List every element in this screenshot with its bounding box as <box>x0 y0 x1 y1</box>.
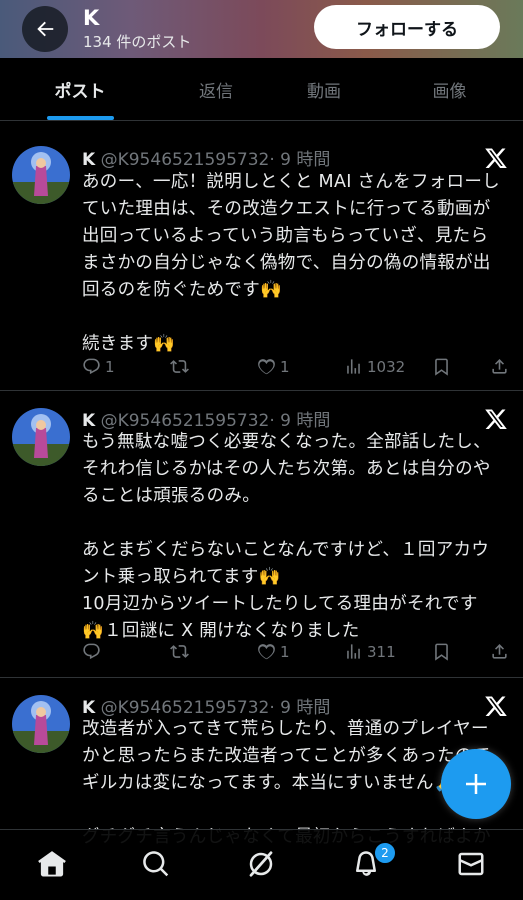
heart-icon <box>258 359 275 375</box>
bookmark-button[interactable] <box>432 357 451 376</box>
repost-icon <box>170 645 189 658</box>
back-button[interactable] <box>22 6 68 52</box>
compose-button[interactable] <box>441 749 511 819</box>
views-icon <box>347 644 360 659</box>
profile-tabs: ポスト 返信 動画 画像 <box>0 58 523 121</box>
share-button[interactable] <box>490 642 509 661</box>
repost-button[interactable] <box>170 642 193 661</box>
bookmark-icon <box>435 643 448 661</box>
reply-button[interactable]: 1 <box>82 357 115 376</box>
x-logo-icon <box>485 696 507 716</box>
active-tab-indicator <box>47 116 114 120</box>
author-name[interactable]: K <box>82 698 95 718</box>
avatar-image <box>12 408 70 466</box>
post-header: K @K9546521595732· 9 時間 <box>82 145 330 170</box>
profile-header: K 134 件のポスト フォローする <box>0 0 523 58</box>
views-icon <box>347 359 360 374</box>
repost-button[interactable] <box>170 357 193 376</box>
post-time: · 9 時間 <box>269 698 331 718</box>
author-name[interactable]: K <box>82 411 95 431</box>
reply-icon <box>83 643 100 660</box>
like-count: 1 <box>280 642 290 661</box>
avatar-image <box>12 695 70 753</box>
reply-button[interactable] <box>82 642 105 661</box>
author-handle[interactable]: @K9546521595732 <box>101 411 270 431</box>
tab-replies[interactable]: 返信 <box>160 58 272 120</box>
post-time: · 9 時間 <box>269 411 331 431</box>
view-count: 311 <box>367 642 396 661</box>
reply-count: 1 <box>105 357 115 376</box>
profile-name: K <box>83 6 100 30</box>
x-logo-icon <box>485 409 507 429</box>
avatar[interactable] <box>12 408 70 466</box>
share-button[interactable] <box>490 357 509 376</box>
bookmark-icon <box>435 358 448 376</box>
notification-badge: 2 <box>374 842 396 864</box>
post-actions: 1 1 1032 <box>82 357 512 381</box>
post-header: K @K9546521595732· 9 時間 <box>82 693 330 718</box>
post-text: もう無駄な嘘つく必要なくなった。全部話したし、 それわ信じるかはその人たち次第。… <box>82 432 491 641</box>
share-icon <box>492 644 507 659</box>
reply-icon <box>83 358 100 375</box>
views-button[interactable]: 311 <box>344 642 396 661</box>
author-handle[interactable]: @K9546521595732 <box>101 698 270 718</box>
avatar[interactable] <box>12 146 70 204</box>
post-header: K @K9546521595732· 9 時間 <box>82 406 330 431</box>
search-icon <box>143 851 169 877</box>
post[interactable]: K @K9546521595732· 9 時間 あのー、一応！説明しとくと MA… <box>0 121 523 391</box>
nav-grok[interactable] <box>245 848 277 880</box>
bottom-nav <box>0 829 523 900</box>
home-icon <box>38 851 66 877</box>
like-count: 1 <box>280 357 290 376</box>
post[interactable]: K @K9546521595732· 9 時間 もう無駄な嘘つく必要なくなった。… <box>0 391 523 678</box>
bookmark-button[interactable] <box>432 642 451 661</box>
plus-icon <box>466 774 486 794</box>
view-count: 1032 <box>367 357 406 376</box>
views-button[interactable]: 1032 <box>344 357 405 376</box>
post-count: 134 件のポスト <box>83 33 192 51</box>
messages-icon <box>458 852 484 876</box>
like-button[interactable]: 1 <box>257 357 290 376</box>
post-time: · 9 時間 <box>269 150 331 170</box>
nav-home[interactable] <box>36 848 68 880</box>
share-icon <box>492 359 507 374</box>
follow-button[interactable]: フォローする <box>314 5 500 49</box>
grok-icon <box>249 851 273 877</box>
x-logo-icon <box>485 148 507 168</box>
nav-messages[interactable] <box>455 848 487 880</box>
post-actions: 1 311 <box>82 642 512 666</box>
nav-search[interactable] <box>140 848 172 880</box>
heart-icon <box>258 644 275 660</box>
tab-posts[interactable]: ポスト <box>0 58 160 120</box>
avatar-image <box>12 146 70 204</box>
arrow-left-icon <box>37 21 54 37</box>
tab-images[interactable]: 画像 <box>376 58 523 120</box>
author-handle[interactable]: @K9546521595732 <box>101 150 270 170</box>
repost-icon <box>170 360 189 373</box>
post-text: あのー、一応！説明しとくと MAI さんをフォローし ていた理由は、その改造クエ… <box>82 172 500 354</box>
author-name[interactable]: K <box>82 150 95 170</box>
like-button[interactable]: 1 <box>257 642 290 661</box>
avatar[interactable] <box>12 695 70 753</box>
tab-videos[interactable]: 動画 <box>272 58 376 120</box>
